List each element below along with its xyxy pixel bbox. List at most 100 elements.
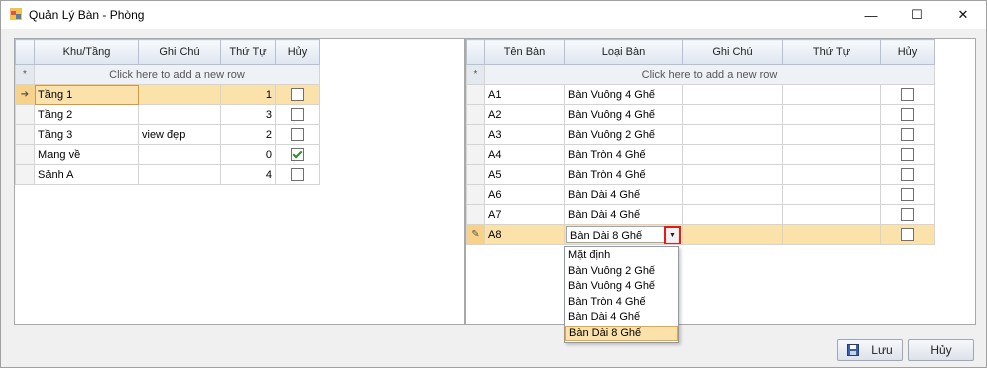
new-row-prompt[interactable]: Click here to add a new row bbox=[484, 64, 935, 85]
cell-table-type[interactable]: Bàn Dài 4 Ghế bbox=[564, 204, 683, 225]
column-header-table-name[interactable]: Tên Bàn bbox=[484, 39, 565, 65]
cancel-checkbox[interactable] bbox=[291, 148, 304, 161]
cell-note[interactable] bbox=[682, 224, 783, 245]
cancel-checkbox[interactable] bbox=[901, 128, 914, 141]
cell-order[interactable] bbox=[782, 104, 881, 125]
cell-cancel[interactable] bbox=[275, 124, 320, 145]
cell-area[interactable]: Tầng 2 bbox=[34, 104, 139, 125]
cell-area[interactable]: Tầng 3 bbox=[34, 124, 139, 145]
save-button[interactable]: Lưu bbox=[837, 339, 903, 361]
column-header-note[interactable]: Ghi Chú bbox=[138, 39, 221, 65]
cancel-checkbox[interactable] bbox=[291, 88, 304, 101]
cell-cancel[interactable] bbox=[880, 84, 935, 105]
cell-cancel[interactable] bbox=[880, 224, 935, 245]
dropdown-option[interactable]: Bàn Dài 8 Ghế bbox=[565, 325, 678, 341]
cell-table-type-editor[interactable]: Bàn Dài 8 Ghế ▼ bbox=[564, 224, 683, 245]
column-header-order[interactable]: Thứ Tự bbox=[220, 39, 276, 65]
cell-table-name[interactable]: A4 bbox=[484, 144, 565, 165]
cancel-checkbox[interactable] bbox=[901, 108, 914, 121]
cell-table-type[interactable]: Bàn Tròn 4 Ghế bbox=[564, 144, 683, 165]
cancel-checkbox[interactable] bbox=[901, 168, 914, 181]
cell-table-name[interactable]: A6 bbox=[484, 184, 565, 205]
cell-order[interactable] bbox=[782, 204, 881, 225]
table-grid[interactable]: Tên Bàn Loại Bàn Ghi Chú Thứ Tự Hủy * Cl… bbox=[465, 38, 976, 325]
cell-table-type[interactable]: Bàn Vuông 4 Ghế bbox=[564, 104, 683, 125]
cancel-checkbox[interactable] bbox=[901, 88, 914, 101]
table-row[interactable]: A3 Bàn Vuông 2 Ghế bbox=[466, 124, 935, 145]
cell-order[interactable]: 1 bbox=[220, 84, 276, 105]
new-row-prompt[interactable]: Click here to add a new row bbox=[34, 64, 320, 85]
table-row[interactable]: A5 Bàn Tròn 4 Ghế bbox=[466, 164, 935, 185]
table-row[interactable]: A4 Bàn Tròn 4 Ghế bbox=[466, 144, 935, 165]
column-header-table-type[interactable]: Loại Bàn bbox=[564, 39, 683, 65]
cell-cancel[interactable] bbox=[275, 164, 320, 185]
cell-order[interactable] bbox=[782, 164, 881, 185]
table-row[interactable]: ➔ Tầng 1 1 bbox=[15, 84, 320, 105]
cell-order[interactable] bbox=[782, 144, 881, 165]
cell-area[interactable]: Sảnh A bbox=[34, 164, 139, 185]
table-row[interactable]: A1 Bàn Vuông 4 Ghế bbox=[466, 84, 935, 105]
cell-table-type[interactable]: Bàn Vuông 4 Ghế bbox=[564, 84, 683, 105]
table-row[interactable]: A2 Bàn Vuông 4 Ghế bbox=[466, 104, 935, 125]
cancel-checkbox[interactable] bbox=[901, 228, 914, 241]
dropdown-option[interactable]: Bàn Vuông 4 Ghế bbox=[565, 279, 678, 295]
cancel-button[interactable]: Hủy bbox=[908, 339, 974, 361]
column-header-cancel[interactable]: Hủy bbox=[880, 39, 935, 65]
column-header-area[interactable]: Khu/Tầng bbox=[34, 39, 139, 65]
cell-order[interactable]: 0 bbox=[220, 144, 276, 165]
cell-table-name[interactable]: A3 bbox=[484, 124, 565, 145]
cell-order[interactable] bbox=[782, 184, 881, 205]
cell-note[interactable] bbox=[138, 84, 221, 105]
dropdown-option[interactable]: Mặt định bbox=[565, 248, 678, 264]
cancel-checkbox[interactable] bbox=[291, 128, 304, 141]
cancel-checkbox[interactable] bbox=[901, 208, 914, 221]
cell-note[interactable] bbox=[682, 84, 783, 105]
cell-area[interactable]: Tầng 1 bbox=[34, 84, 139, 105]
cancel-checkbox[interactable] bbox=[901, 148, 914, 161]
new-row[interactable]: * Click here to add a new row bbox=[466, 64, 935, 85]
cell-table-type[interactable]: Bàn Tròn 4 Ghế bbox=[564, 164, 683, 185]
column-header-cancel[interactable]: Hủy bbox=[275, 39, 320, 65]
dropdown-option[interactable]: Bàn Tròn 4 Ghế bbox=[565, 295, 678, 311]
cell-table-name[interactable]: A7 bbox=[484, 204, 565, 225]
cell-cancel[interactable] bbox=[275, 84, 320, 105]
dropdown-option[interactable]: Bàn Vuông 2 Ghế bbox=[565, 264, 678, 280]
close-button[interactable]: ✕ bbox=[940, 1, 986, 29]
cell-order[interactable]: 3 bbox=[220, 104, 276, 125]
area-grid[interactable]: Khu/Tầng Ghi Chú Thứ Tự Hủy * Click here… bbox=[14, 38, 465, 325]
table-row[interactable]: Tầng 3 view đẹp 2 bbox=[15, 124, 320, 145]
minimize-button[interactable]: — bbox=[848, 1, 894, 29]
maximize-button[interactable]: ☐ bbox=[894, 1, 940, 29]
cell-order[interactable] bbox=[782, 124, 881, 145]
cell-cancel[interactable] bbox=[275, 104, 320, 125]
table-row[interactable]: A6 Bàn Dài 4 Ghế bbox=[466, 184, 935, 205]
cell-table-type[interactable]: Bàn Dài 4 Ghế bbox=[564, 184, 683, 205]
cell-cancel[interactable] bbox=[880, 104, 935, 125]
cell-note[interactable] bbox=[682, 204, 783, 225]
cell-note[interactable] bbox=[682, 124, 783, 145]
cell-area[interactable]: Mang về bbox=[34, 144, 139, 165]
table-row[interactable]: Mang về 0 bbox=[15, 144, 320, 165]
cell-note[interactable] bbox=[138, 144, 221, 165]
table-type-dropdown-list[interactable]: Mặt định Bàn Vuông 2 Ghế Bàn Vuông 4 Ghế Bà… bbox=[564, 246, 679, 343]
cell-order[interactable]: 2 bbox=[220, 124, 276, 145]
table-row[interactable]: A7 Bàn Dài 4 Ghế bbox=[466, 204, 935, 225]
table-type-combobox[interactable]: Bàn Dài 8 Ghế ▼ bbox=[566, 226, 681, 244]
cancel-checkbox[interactable] bbox=[291, 168, 304, 181]
cell-cancel[interactable] bbox=[880, 164, 935, 185]
cell-cancel[interactable] bbox=[880, 184, 935, 205]
cell-note[interactable] bbox=[682, 164, 783, 185]
cell-table-name[interactable]: A8 bbox=[484, 224, 565, 245]
cell-cancel[interactable] bbox=[880, 144, 935, 165]
cell-order[interactable]: 4 bbox=[220, 164, 276, 185]
cell-table-name[interactable]: A1 bbox=[484, 84, 565, 105]
table-row[interactable]: Sảnh A 4 bbox=[15, 164, 320, 185]
column-header-note[interactable]: Ghi Chú bbox=[682, 39, 783, 65]
cell-table-type[interactable]: Bàn Vuông 2 Ghế bbox=[564, 124, 683, 145]
cell-note[interactable] bbox=[138, 104, 221, 125]
cell-note[interactable] bbox=[682, 184, 783, 205]
cell-table-name[interactable]: A5 bbox=[484, 164, 565, 185]
cell-note[interactable] bbox=[138, 164, 221, 185]
cancel-checkbox[interactable] bbox=[291, 108, 304, 121]
cell-order[interactable] bbox=[782, 224, 881, 245]
